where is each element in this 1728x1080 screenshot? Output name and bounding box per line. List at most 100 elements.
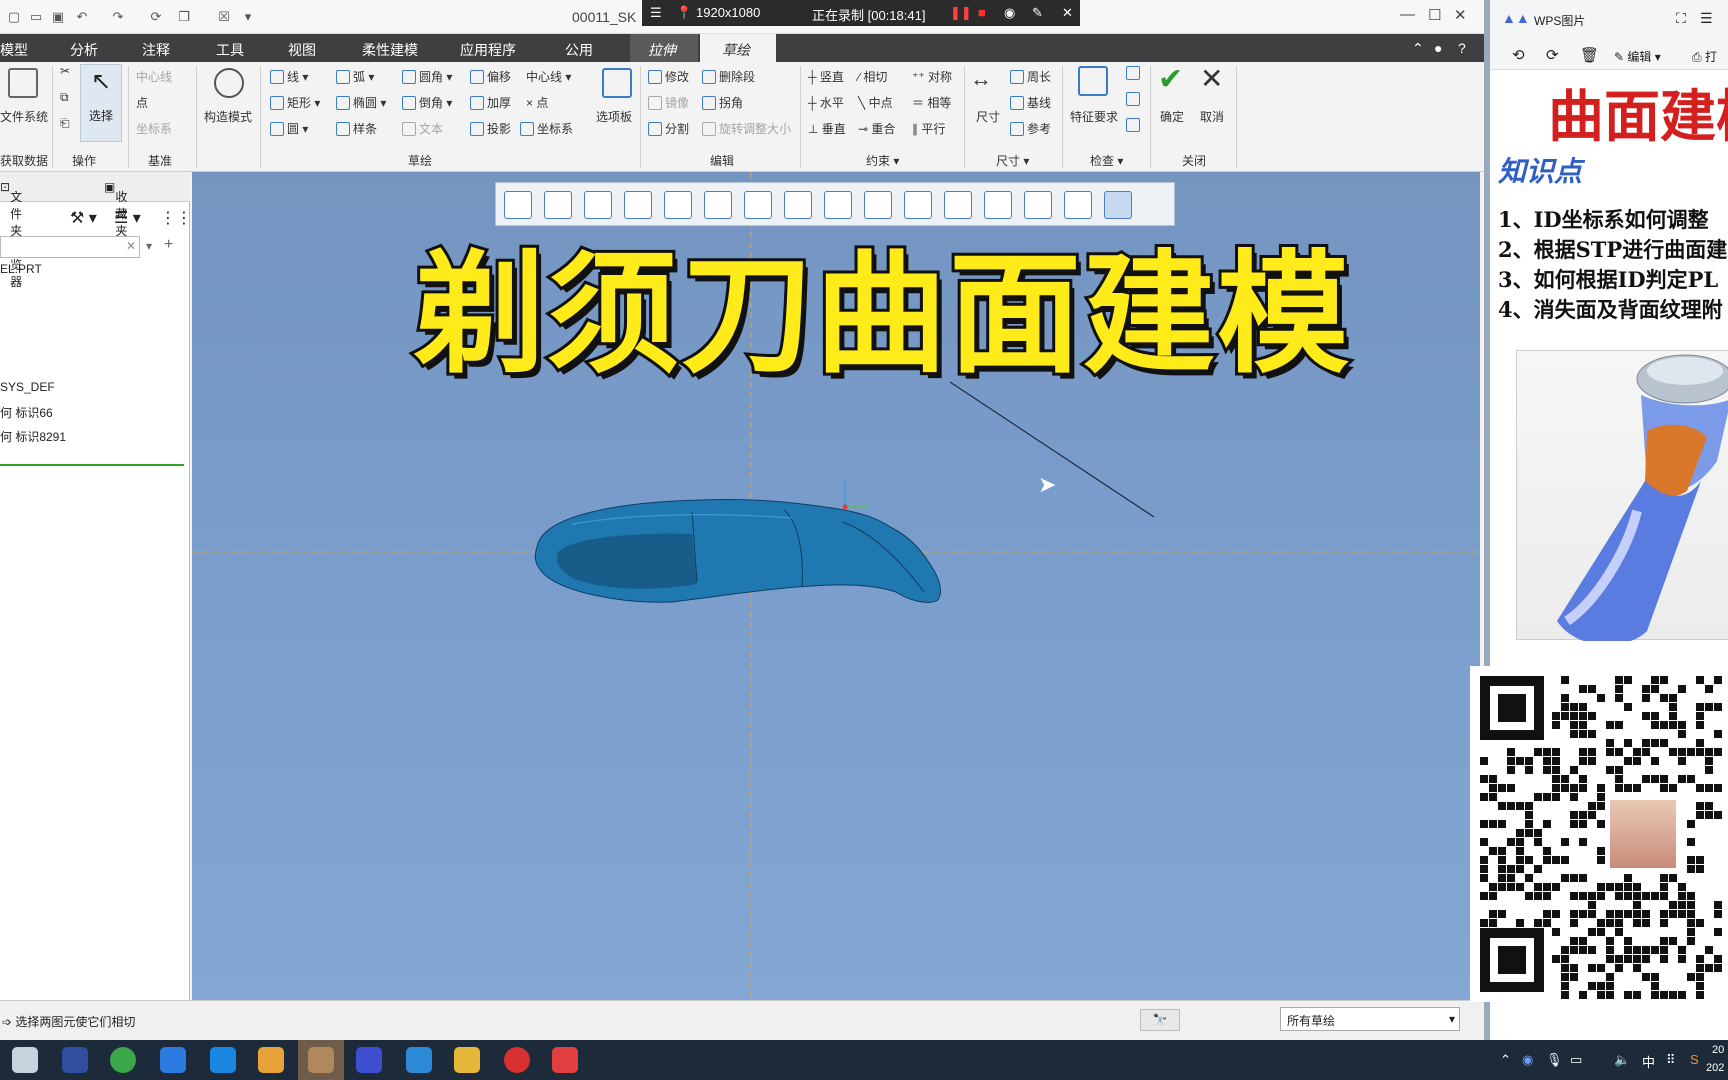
select-button[interactable]: ↖ 选择: [80, 64, 122, 142]
sketch-chamfer[interactable]: 倒角 ▾: [402, 94, 452, 111]
taskbar-app-store-icon[interactable]: [160, 1047, 186, 1073]
selection-filter-select[interactable]: 所有草绘 ▾: [1280, 1007, 1460, 1031]
close-window-icon[interactable]: ☒: [216, 9, 232, 25]
shaver-model[interactable]: [534, 498, 941, 603]
settings-icon[interactable]: ⚒ ▾: [70, 208, 97, 228]
tab-model[interactable]: 模型: [0, 40, 28, 60]
maximize-icon[interactable]: ☐: [1428, 6, 1441, 24]
close-icon[interactable]: ✕: [1454, 6, 1467, 24]
dimension-perimeter[interactable]: 周长: [1010, 68, 1051, 85]
datum-centerline[interactable]: 中心线: [136, 68, 172, 85]
construct-mode-button[interactable]: 构造模式: [204, 108, 252, 125]
dimension-button[interactable]: 尺寸: [976, 108, 1000, 125]
constraint-tangent[interactable]: ∕ 相切: [858, 68, 887, 85]
edit-modify[interactable]: 修改: [648, 68, 689, 85]
wps-menu-icon[interactable]: ☰: [1700, 10, 1713, 27]
file-system-button[interactable]: 文件系统: [0, 108, 48, 125]
windows-icon[interactable]: ❐: [176, 9, 192, 25]
tab-utilities[interactable]: 公用: [565, 40, 593, 60]
constraint-midpoint[interactable]: ╲ 中点: [858, 94, 893, 111]
sketch-circle[interactable]: 圆 ▾: [270, 120, 308, 137]
dimension-baseline[interactable]: 基线: [1010, 94, 1051, 111]
cut-icon[interactable]: ✂: [60, 64, 70, 78]
customize-icon[interactable]: ▾: [240, 9, 256, 25]
sketch-centerline[interactable]: 中心线 ▾: [526, 68, 571, 85]
find-icon[interactable]: 🔭: [1140, 1009, 1180, 1031]
collapse-ribbon-icon[interactable]: ⌃: [1412, 40, 1424, 57]
tab-tools[interactable]: 工具: [216, 40, 244, 60]
copy-icon[interactable]: ⧉: [60, 90, 69, 105]
tab-favorites[interactable]: ▣ 收藏夹: [104, 180, 127, 238]
undo-icon[interactable]: ↶: [74, 9, 90, 25]
constraint-coincident[interactable]: ⊸ 重合: [858, 120, 895, 137]
tree-search-input[interactable]: [0, 236, 140, 258]
ime-indicator[interactable]: 中: [1642, 1052, 1655, 1071]
add-icon[interactable]: +: [164, 236, 173, 254]
taskbar-app-bird-icon[interactable]: [62, 1047, 88, 1073]
taskbar-app-record-icon[interactable]: [504, 1047, 530, 1073]
menu-icon[interactable]: ☰: [650, 5, 662, 21]
pen-icon[interactable]: ✎: [1032, 5, 1043, 21]
constraint-horizontal[interactable]: ┼ 水平: [808, 94, 844, 111]
edit-corner[interactable]: 拐角: [702, 94, 743, 111]
edit-divide[interactable]: 分割: [648, 120, 689, 137]
wps-delete-icon[interactable]: 🗑: [1580, 46, 1599, 64]
tray-volume-icon[interactable]: 🔈: [1614, 1052, 1630, 1068]
taskbar-app-active[interactable]: [298, 1040, 344, 1080]
inspect-overlap-icon[interactable]: [1126, 66, 1143, 80]
new-file-icon[interactable]: ▢: [6, 9, 22, 25]
tree-item-feature8291[interactable]: 何 标识8291: [0, 428, 66, 445]
camera-icon[interactable]: ◉: [1004, 5, 1015, 21]
edit-delete-segment[interactable]: 删除段: [702, 68, 755, 85]
sketch-project[interactable]: 投影: [470, 120, 511, 137]
sketch-rectangle[interactable]: 矩形 ▾: [270, 94, 320, 111]
wps-edit-button[interactable]: ✎ 编辑 ▾: [1614, 48, 1661, 65]
tab-extrude[interactable]: 拉伸: [630, 34, 698, 62]
tab-view[interactable]: 视图: [288, 40, 316, 60]
tray-s-icon[interactable]: S: [1690, 1052, 1699, 1067]
edit-rotate-resize[interactable]: 旋转调整大小: [702, 120, 791, 137]
redo-icon[interactable]: ↷: [110, 9, 126, 25]
regenerate-icon[interactable]: ⟳: [148, 9, 164, 25]
sketch-thicken[interactable]: 加厚: [470, 94, 511, 111]
constraint-vertical[interactable]: ┼ 竖直: [808, 68, 844, 85]
tree-columns-icon[interactable]: ⋮⋮: [160, 208, 192, 228]
constraint-parallel[interactable]: ∥ 平行: [912, 120, 945, 137]
tray-up-icon[interactable]: ⌃: [1500, 1052, 1511, 1068]
dimension-reference[interactable]: 参考: [1010, 120, 1051, 137]
minimize-icon[interactable]: —: [1400, 6, 1415, 23]
sketch-point[interactable]: × 点: [526, 94, 548, 111]
dimension-icon[interactable]: ↔: [970, 66, 992, 92]
show-icon[interactable]: ☰ ▾: [114, 208, 141, 228]
ok-check-icon[interactable]: ✔: [1158, 62, 1183, 97]
file-system-icon[interactable]: [8, 68, 38, 98]
pin-icon[interactable]: 📍: [676, 5, 692, 21]
sketch-text[interactable]: 文本: [402, 120, 443, 137]
tree-item-csys[interactable]: SYS_DEF: [0, 380, 55, 394]
constraint-symmetric[interactable]: ⁺⁺ 对称: [912, 68, 952, 85]
sketch-csys[interactable]: 坐标系: [520, 120, 573, 137]
tree-item-feature66[interactable]: 何 标识66: [0, 404, 53, 421]
feature-requirements-button[interactable]: 特征要求: [1070, 108, 1118, 125]
insert-here-marker[interactable]: [0, 464, 184, 466]
tab-sketch[interactable]: 草绘: [700, 34, 776, 62]
edit-mirror[interactable]: 镜像: [648, 94, 689, 111]
stop-icon[interactable]: ■: [978, 5, 986, 20]
taskbar-app-wps-pic-icon[interactable]: [356, 1047, 382, 1073]
sketch-spline[interactable]: 样条: [336, 120, 377, 137]
sketch-offset[interactable]: 偏移: [470, 68, 511, 85]
taskbar-app-cad-icon[interactable]: [12, 1047, 38, 1073]
tab-applications[interactable]: 应用程序: [460, 40, 516, 60]
taskbar-app-window-icon[interactable]: [406, 1047, 432, 1073]
tray-app-icon[interactable]: ◉: [1522, 1052, 1533, 1068]
pause-icon[interactable]: ❚❚: [950, 5, 972, 21]
inspect-open-ends-icon[interactable]: [1126, 118, 1143, 132]
sketch-arc[interactable]: 弧 ▾: [336, 68, 374, 85]
wps-rotate-right-icon[interactable]: ⟳: [1546, 46, 1559, 64]
sketch-line[interactable]: 线 ▾: [270, 68, 308, 85]
tray-ime-mode-icon[interactable]: ⠿: [1666, 1052, 1676, 1068]
palette-icon[interactable]: [602, 68, 632, 98]
user-icon[interactable]: ●: [1434, 40, 1442, 56]
taskbar-app-gallery-icon[interactable]: [258, 1047, 284, 1073]
constraint-equal[interactable]: ＝ 相等: [912, 94, 951, 111]
